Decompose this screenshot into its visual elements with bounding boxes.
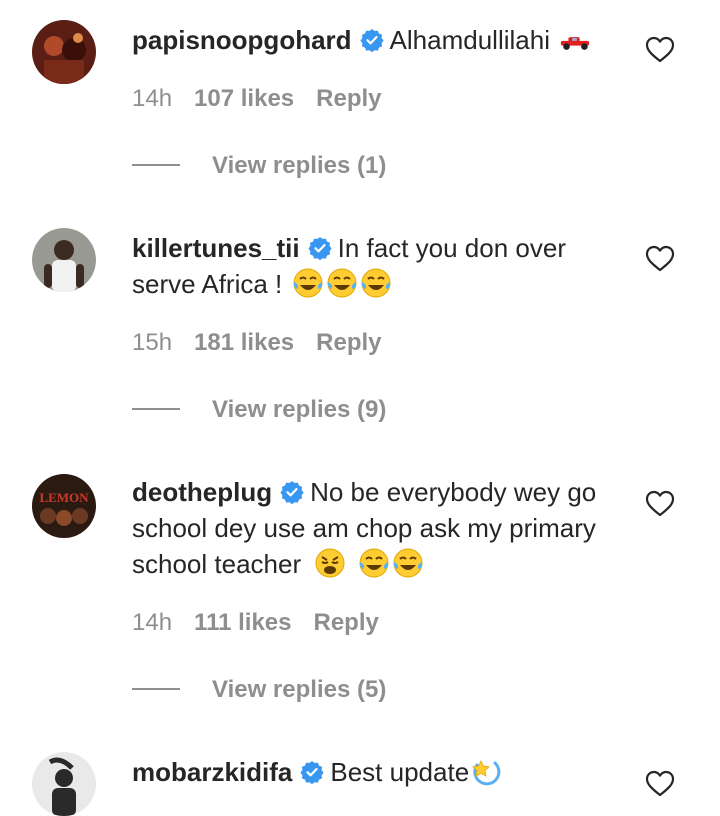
replies-divider-line: [132, 687, 180, 690]
verified-badge-icon: [308, 236, 332, 260]
comment-username[interactable]: papisnoopgohard: [132, 25, 352, 55]
reply-button[interactable]: Reply: [314, 609, 379, 636]
comment-text-block: mobarzkidifa Best update: [132, 754, 622, 790]
avatar[interactable]: [32, 20, 96, 84]
comment-username[interactable]: mobarzkidifa: [132, 757, 292, 787]
avatar-image: [32, 228, 96, 292]
tears-of-joy-icon: [360, 267, 392, 299]
replies-divider-line: [132, 407, 180, 410]
tears-of-joy-icon: [292, 267, 324, 299]
comment-username[interactable]: deotheplug: [132, 477, 272, 507]
avatar[interactable]: [32, 752, 96, 816]
avatar-text: LEMON: [39, 490, 89, 505]
verified-badge-icon: [359, 28, 384, 52]
view-replies-label: View replies (5): [212, 676, 387, 703]
comment-likes[interactable]: 181 likes: [194, 329, 294, 356]
weary-face-icon: [314, 547, 346, 579]
comment-meta: 15h 181 likes Reply: [132, 328, 404, 358]
comment-time: 14h: [132, 609, 173, 636]
comment-likes[interactable]: 107 likes: [194, 85, 294, 112]
verified-badge-icon: [300, 760, 324, 784]
tears-of-joy-icon: [358, 547, 390, 579]
like-heart-icon[interactable]: [645, 770, 675, 798]
view-replies-label: View replies (9): [212, 396, 387, 423]
tears-of-joy-icon: [392, 547, 424, 579]
reply-button[interactable]: Reply: [316, 329, 381, 356]
comment-text-block: killertunes_tii In fact you don over serv…: [132, 230, 622, 302]
view-replies-button[interactable]: View replies (9): [132, 395, 386, 425]
view-replies-label: View replies (1): [212, 152, 387, 179]
comment-meta: 14h 107 likes Reply: [132, 84, 404, 114]
like-heart-icon[interactable]: [645, 490, 675, 518]
like-heart-icon[interactable]: [645, 245, 675, 273]
replies-divider-line: [132, 163, 180, 166]
view-replies-button[interactable]: View replies (1): [132, 151, 386, 181]
comment-likes[interactable]: 111 likes: [194, 609, 291, 636]
like-heart-icon[interactable]: [645, 36, 675, 64]
dizzy-icon: [469, 755, 501, 787]
avatar[interactable]: [32, 228, 96, 292]
comment-username[interactable]: killertunes_tii: [132, 233, 300, 263]
comment-body: Best update: [330, 757, 470, 787]
view-replies-button[interactable]: View replies (5): [132, 675, 386, 705]
racing-car-icon: [559, 23, 593, 55]
tears-of-joy-icon: [326, 267, 358, 299]
comment-text-block: deotheplug No be everybody wey go school …: [132, 474, 622, 582]
comment-time: 15h: [132, 329, 173, 356]
comment-meta: 14h 111 likes Reply: [132, 608, 401, 638]
comment-time: 14h: [132, 85, 173, 112]
comment-body: Alhamdullilahi: [389, 25, 550, 55]
verified-badge-icon: [280, 480, 304, 504]
reply-button[interactable]: Reply: [316, 85, 381, 112]
comment-text-block: papisnoopgohard Alhamdullilahi: [132, 22, 622, 58]
avatar-image: [32, 752, 96, 816]
avatar[interactable]: LEMON: [32, 474, 96, 538]
avatar-image: [32, 20, 96, 84]
avatar-image: LEMON: [32, 474, 96, 538]
